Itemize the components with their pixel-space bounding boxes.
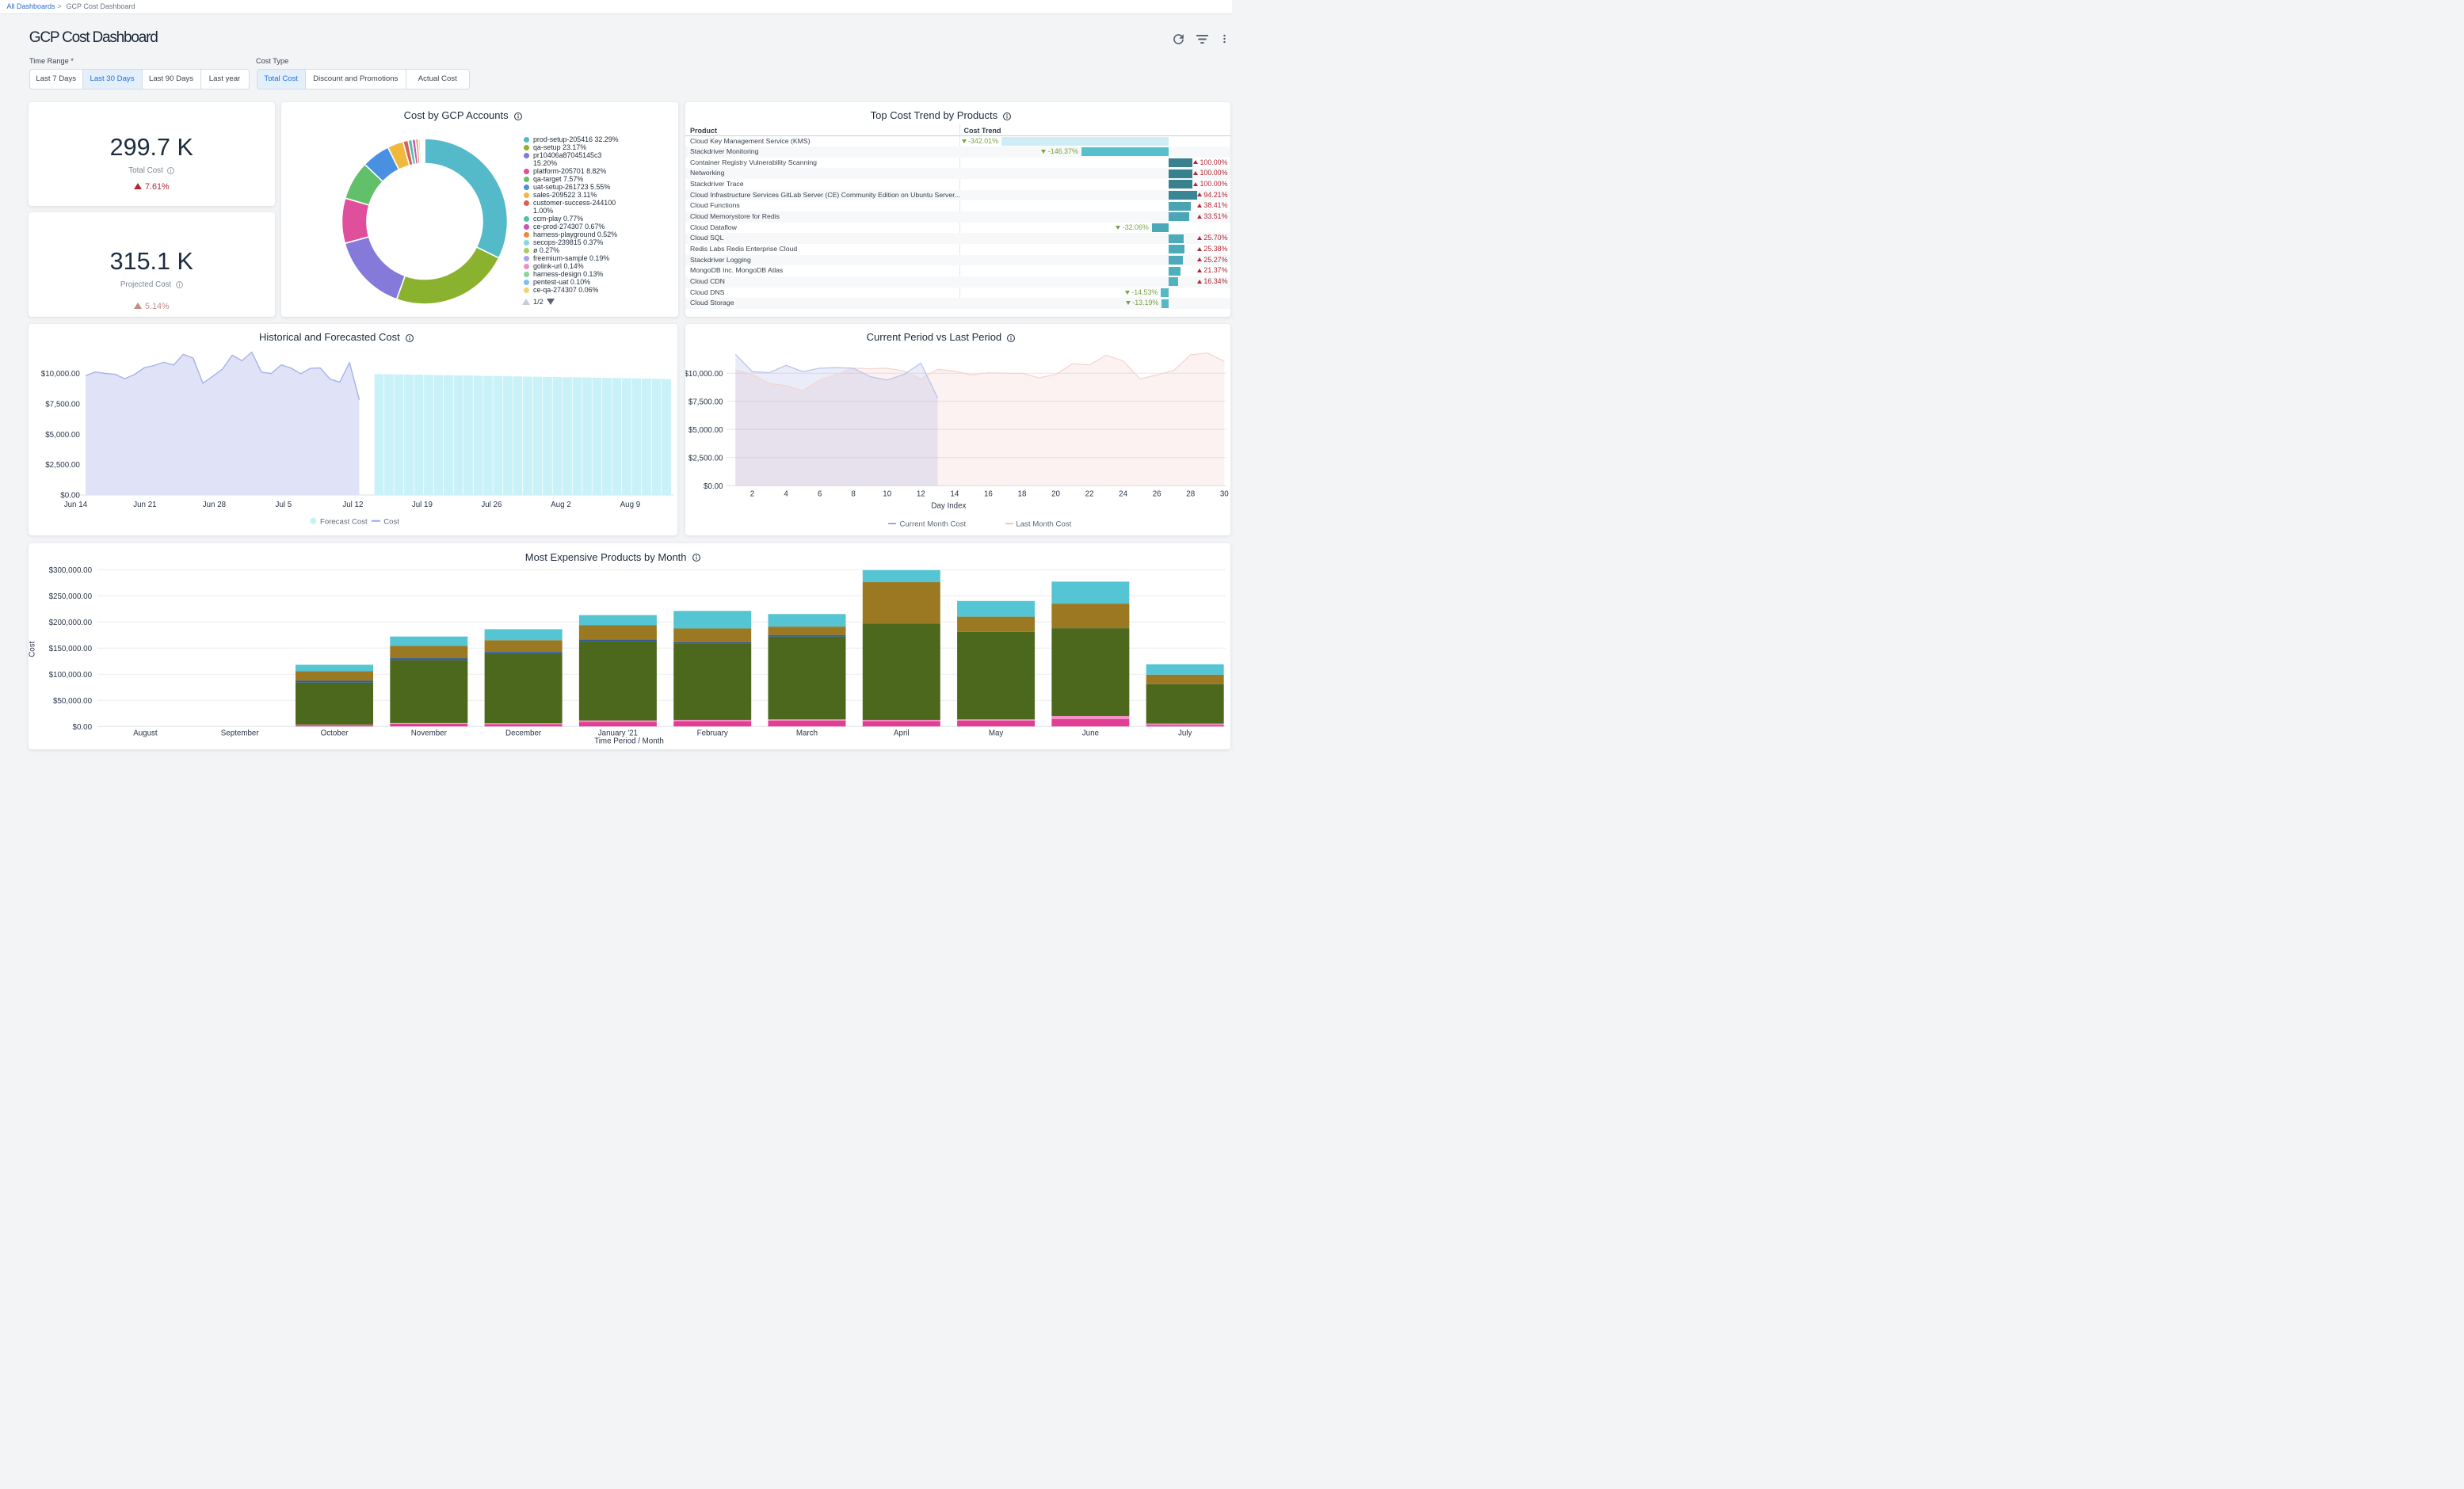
svg-text:May: May: [989, 729, 1004, 738]
svg-text:Jun 28: Jun 28: [203, 501, 227, 509]
svg-text:22: 22: [1085, 489, 1093, 498]
svg-text:18: 18: [1017, 489, 1026, 498]
svg-text:Jul 5: Jul 5: [276, 501, 292, 509]
svg-text:20: 20: [1051, 489, 1060, 498]
svg-text:$50,000.00: $50,000.00: [53, 697, 93, 706]
svg-text:Forecast Cost: Forecast Cost: [320, 517, 368, 526]
svg-text:Day Index: Day Index: [931, 502, 966, 511]
svg-text:Aug 9: Aug 9: [620, 501, 641, 509]
svg-text:Cost: Cost: [29, 642, 37, 657]
svg-text:Time Period / Month: Time Period / Month: [594, 737, 664, 744]
svg-text:August: August: [133, 729, 158, 738]
svg-text:September: September: [221, 729, 260, 738]
svg-text:April: April: [894, 729, 910, 738]
svg-text:$200,000.00: $200,000.00: [49, 619, 93, 627]
svg-text:10: 10: [883, 489, 891, 498]
svg-text:$7,500.00: $7,500.00: [688, 398, 723, 406]
svg-text:14: 14: [950, 489, 959, 498]
svg-text:16: 16: [983, 489, 992, 498]
svg-text:$7,500.00: $7,500.00: [45, 400, 80, 409]
svg-text:24: 24: [1119, 489, 1127, 498]
svg-text:Jul 19: Jul 19: [412, 501, 433, 509]
svg-text:26: 26: [1152, 489, 1161, 498]
svg-text:March: March: [796, 729, 818, 738]
svg-text:12: 12: [916, 489, 925, 498]
svg-text:$5,000.00: $5,000.00: [45, 431, 80, 440]
svg-text:6: 6: [817, 489, 822, 498]
svg-text:8: 8: [851, 489, 856, 498]
svg-text:November: November: [411, 729, 448, 738]
svg-text:2: 2: [749, 489, 753, 498]
svg-text:30: 30: [1219, 489, 1228, 498]
svg-text:$100,000.00: $100,000.00: [49, 671, 93, 680]
svg-text:Jul 26: Jul 26: [481, 501, 502, 509]
svg-text:$2,500.00: $2,500.00: [688, 454, 723, 463]
svg-text:$150,000.00: $150,000.00: [49, 645, 93, 653]
svg-text:Last Month Cost: Last Month Cost: [1016, 520, 1071, 529]
svg-text:$250,000.00: $250,000.00: [49, 592, 93, 601]
svg-text:June: June: [1082, 729, 1099, 738]
svg-text:$0.00: $0.00: [703, 482, 723, 491]
svg-text:Jun 21: Jun 21: [133, 501, 156, 509]
svg-text:28: 28: [1186, 489, 1195, 498]
svg-text:$0.00: $0.00: [60, 492, 80, 501]
svg-text:4: 4: [784, 489, 788, 498]
svg-text:Aug 2: Aug 2: [551, 501, 571, 509]
svg-text:$2,500.00: $2,500.00: [45, 461, 80, 470]
svg-text:Cost: Cost: [383, 517, 399, 526]
svg-text:$10,000.00: $10,000.00: [41, 370, 81, 379]
svg-text:February: February: [697, 729, 728, 738]
svg-text:July: July: [1178, 729, 1192, 738]
svg-text:Current Month Cost: Current Month Cost: [899, 520, 966, 529]
svg-text:October: October: [321, 729, 349, 738]
svg-text:December: December: [505, 729, 542, 738]
svg-text:$300,000.00: $300,000.00: [49, 566, 93, 575]
svg-text:$10,000.00: $10,000.00: [685, 370, 723, 379]
svg-text:Jun 14: Jun 14: [64, 501, 88, 509]
svg-text:$5,000.00: $5,000.00: [688, 426, 723, 435]
svg-text:Jul 12: Jul 12: [342, 501, 363, 509]
svg-text:$0.00: $0.00: [73, 723, 93, 732]
